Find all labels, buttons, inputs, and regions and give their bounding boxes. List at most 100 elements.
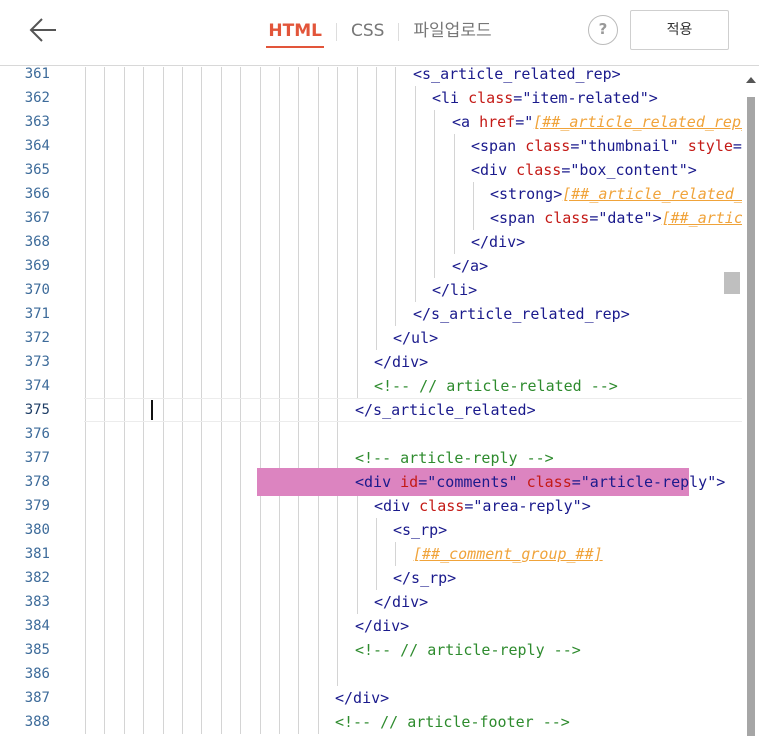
code-line[interactable]: 378 <div id="comments" class="article-rep… [0,470,742,494]
scroll-up-arrow-icon[interactable] [746,77,756,83]
code-token-tag: <div [471,161,517,179]
line-number: 370 [24,282,50,298]
code-line[interactable]: 384 </div> [0,614,742,638]
code-line[interactable]: 373 </div> [0,350,742,374]
code-token-tag: > [581,497,591,515]
code-line[interactable]: 367 <span class="date">[##_article_relate… [0,206,742,230]
code-token-tag: = [732,137,742,155]
line-number: 365 [24,162,50,178]
help-button[interactable]: ? [588,15,618,45]
line-number: 374 [24,378,50,394]
line-number: 367 [24,210,50,226]
code-token-attribute: class [544,209,590,227]
code-line[interactable]: 380 <s_rp> [0,518,742,542]
code-text: <div class="area-reply"> [374,494,742,518]
code-text: </s_article_related_rep> [413,302,742,326]
code-text: <s_rp> [393,518,742,542]
code-line[interactable]: 387 </div> [0,686,742,710]
line-number: 377 [24,450,50,466]
code-token-attribute: class [516,161,562,179]
code-token-template-variable: [##_comment_group_##] [413,545,603,563]
code-token-string: "article-reply" [580,473,717,491]
code-editor[interactable]: 361 <s_article_related_rep> 362 <li class="… [0,67,759,736]
code-token-attribute: style [687,137,733,155]
code-text: <span class="thumbnail" style="backgroun… [471,134,742,158]
code-line[interactable]: 386 [0,662,742,686]
line-number: 364 [24,138,50,154]
scroll-thumb[interactable] [724,272,740,294]
code-text: <s_article_related_rep> [413,67,742,86]
code-line[interactable]: 379 <div class="area-reply"> [0,494,742,518]
code-token-attribute: class [419,497,465,515]
code-line[interactable]: 362 <li class="item-related"> [0,86,742,110]
code-token-tag: </div> [355,617,410,635]
code-token-tag: = [571,473,581,491]
code-token-tag: <span [490,209,545,227]
code-token-tag [679,137,688,155]
line-number: 381 [24,546,50,562]
code-line[interactable]: 364 <span class="thumbnail" style="backgr… [0,134,742,158]
line-number: 362 [24,90,50,106]
line-number: 361 [24,67,50,82]
tab-file-upload[interactable]: 파일업로드 [411,19,493,45]
code-area[interactable]: 361 <s_article_related_rep> 362 <li class="… [0,67,742,736]
code-token-tag [518,473,527,491]
line-number: 386 [24,666,50,682]
code-line[interactable]: 383 </div> [0,590,742,614]
line-number: 388 [24,714,50,730]
line-number: 379 [24,498,50,514]
editor-header: HTML CSS 파일업로드 ? 적용 [0,0,759,66]
code-line[interactable]: 371 </s_article_related_rep> [0,302,742,326]
scroll-track[interactable] [747,97,755,736]
code-token-comment: <!-- // article-related --> [374,377,618,395]
tab-html[interactable]: HTML [266,19,324,48]
line-number: 363 [24,114,50,130]
vertical-scrollbar[interactable] [724,67,759,736]
code-line[interactable]: 374 <!-- // article-related --> [0,374,742,398]
code-line[interactable]: 381 [##_comment_group_##] [0,542,742,566]
code-line[interactable]: 368 </div> [0,230,742,254]
code-token-tag: </s_article_related_rep> [413,305,630,323]
line-number: 385 [24,642,50,658]
code-token-tag: <span [471,137,526,155]
code-token-tag: <div [355,473,401,491]
code-text: </s_article_related> [355,398,742,422]
code-line[interactable]: 365 <div class="box_content"> [0,158,742,182]
code-text: <!-- // article-footer --> [335,710,742,734]
code-token-string: "area-reply" [473,497,582,515]
code-line[interactable]: 375 </s_article_related> [0,398,742,422]
code-token-tag: </div> [335,689,390,707]
code-line[interactable]: 370 </li> [0,278,742,302]
code-token-tag: </div> [374,593,429,611]
line-number: 380 [24,522,50,538]
tab-css[interactable]: CSS [349,19,386,45]
code-line[interactable]: 385 <!-- // article-reply --> [0,638,742,662]
code-line[interactable]: 366 <strong>[##_article_related_rep_title… [0,182,742,206]
code-text: </s_rp> [393,566,742,590]
code-token-attribute: id [400,473,419,491]
code-token-attribute: class [468,89,514,107]
code-token-tag: </s_rp> [393,569,457,587]
code-line[interactable]: 361 <s_article_related_rep> [0,67,742,86]
code-token-string: " [524,113,534,131]
code-text: <li class="item-related"> [432,86,742,110]
code-token-attribute: class [526,473,572,491]
code-token-tag: </li> [432,281,478,299]
code-line[interactable]: 369 </a> [0,254,742,278]
code-line[interactable]: 382 </s_rp> [0,566,742,590]
code-token-string: "box_content" [570,161,688,179]
code-line[interactable]: 377 <!-- article-reply --> [0,446,742,470]
code-line[interactable]: 388 <!-- // article-footer --> [0,710,742,734]
code-line[interactable]: 363 <a href="[##_article_related_rep_link… [0,110,742,134]
code-token-string: "date" [598,209,653,227]
code-token-tag: <strong> [490,185,563,203]
code-line[interactable]: 376 [0,422,742,446]
line-number: 375 [24,402,50,418]
line-number: 373 [24,354,50,370]
code-text: </a> [452,254,742,278]
code-line[interactable]: 372 </ul> [0,326,742,350]
apply-button[interactable]: 적용 [630,10,729,50]
code-token-tag: > [716,473,726,491]
